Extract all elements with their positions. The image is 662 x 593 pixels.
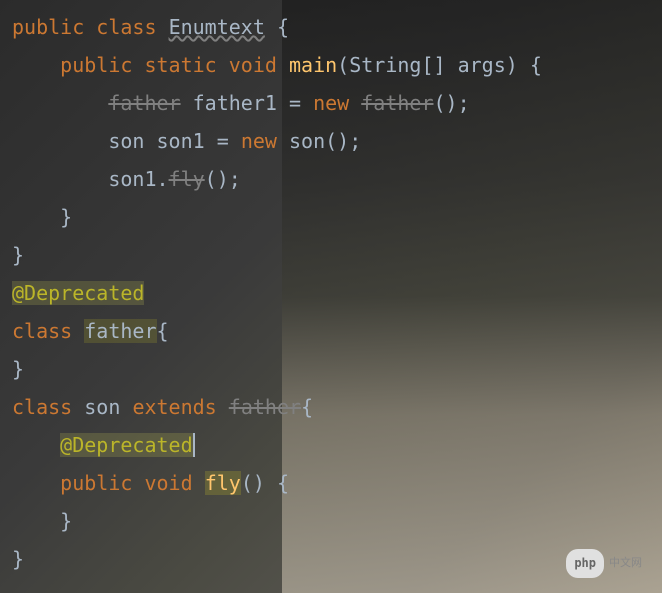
brace-open: { [277, 15, 289, 39]
keyword-class: class [12, 319, 72, 343]
keyword-extends: extends [132, 395, 216, 419]
method-highlighted: fly [205, 471, 241, 495]
params: (String[] args) [337, 53, 518, 77]
dot: . [157, 167, 169, 191]
variable: son1 [157, 129, 205, 153]
code-editor[interactable]: public class Enumtext { public static vo… [0, 0, 662, 578]
keyword-class: class [96, 15, 156, 39]
brace-close: } [60, 205, 72, 229]
constructor: son [289, 129, 325, 153]
code-line-5[interactable]: son1.fly(); [12, 160, 662, 198]
code-line-11[interactable]: class son extends father{ [12, 388, 662, 426]
code-line-15[interactable]: } [12, 540, 662, 578]
code-line-4[interactable]: son son1 = new son(); [12, 122, 662, 160]
code-line-10[interactable]: } [12, 350, 662, 388]
class-name: Enumtext [169, 15, 265, 39]
code-line-3[interactable]: father father1 = new father(); [12, 84, 662, 122]
keyword-new: new [241, 129, 277, 153]
brace-close: } [12, 243, 24, 267]
code-line-12[interactable]: @Deprecated [12, 426, 662, 464]
brace-close: } [12, 547, 24, 571]
watermark: php 中文网 [566, 549, 642, 578]
annotation-highlighted: @Deprecated [60, 433, 192, 457]
variable: father1 [193, 91, 277, 115]
watermark-logo: php [566, 549, 604, 578]
brace-open: { [301, 395, 313, 419]
keyword-public: public [12, 15, 84, 39]
method-name: main [289, 53, 337, 77]
code-line-1[interactable]: public class Enumtext { [12, 8, 662, 46]
keyword-public: public [60, 53, 132, 77]
object: son1 [108, 167, 156, 191]
brace-close: } [12, 357, 24, 381]
code-line-13[interactable]: public void fly() { [12, 464, 662, 502]
class-name: son [84, 395, 120, 419]
code-line-6[interactable]: } [12, 198, 662, 236]
call: (); [205, 167, 241, 191]
code-line-14[interactable]: } [12, 502, 662, 540]
keyword-class: class [12, 395, 72, 419]
equals: = [289, 91, 301, 115]
params: () [241, 471, 265, 495]
code-line-2[interactable]: public static void main(String[] args) { [12, 46, 662, 84]
class-name-highlighted: father [84, 319, 156, 343]
call: (); [433, 91, 469, 115]
method-deprecated: fly [169, 167, 205, 191]
type: son [108, 129, 144, 153]
brace-close: } [60, 509, 72, 533]
keyword-void: void [144, 471, 192, 495]
equals: = [217, 129, 229, 153]
keyword-public: public [60, 471, 132, 495]
keyword-new: new [313, 91, 349, 115]
brace-open: { [277, 471, 289, 495]
keyword-static: static [144, 53, 216, 77]
constructor-deprecated: father [361, 91, 433, 115]
keyword-void: void [229, 53, 277, 77]
code-line-9[interactable]: class father{ [12, 312, 662, 350]
code-line-8[interactable]: @Deprecated [12, 274, 662, 312]
annotation: @Deprecated [12, 281, 144, 305]
type-deprecated: father [108, 91, 180, 115]
brace-open: { [530, 53, 542, 77]
watermark-text: 中文网 [609, 553, 642, 574]
cursor-icon [193, 433, 195, 457]
call: (); [325, 129, 361, 153]
brace-open: { [157, 319, 169, 343]
parent-class-deprecated: father [229, 395, 301, 419]
code-line-7[interactable]: } [12, 236, 662, 274]
